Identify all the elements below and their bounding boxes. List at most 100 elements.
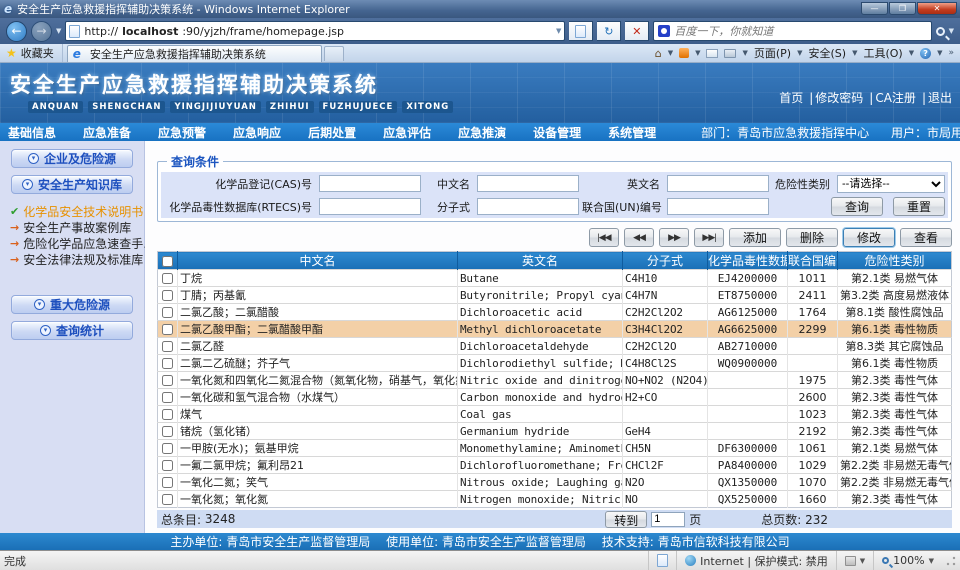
logout-link[interactable]: 退出 [928,91,952,105]
row-checkbox[interactable] [162,341,173,352]
home-icon[interactable]: ⌂ [655,47,662,60]
col-formula[interactable]: 分子式 [623,252,708,270]
nav-emergency-prepare[interactable]: 应急准备 [83,124,131,141]
col-rtecs[interactable]: 化学品毒性数据… [708,252,788,270]
table-row[interactable]: 煤气 Coal gas 1023 第2.3类 毒性气体 [158,406,952,423]
zoom-control[interactable]: 100% ▼ [873,551,942,570]
col-hazard[interactable]: 危险性类别 [838,252,952,270]
resize-grip[interactable] [946,556,956,566]
page-menu[interactable]: 页面(P) [754,45,791,61]
sidebar-group-major-hazard[interactable]: ▾重大危险源 [11,295,133,314]
sidebar-item-chemical-msds[interactable]: ✔化学品安全技术说明书 [10,203,144,219]
print-dropdown-icon[interactable]: ▼ [742,49,747,57]
row-checkbox[interactable] [162,443,173,454]
table-row[interactable]: 一氟二氯甲烷；氟利昂21 Dichlorofluoromethane; Freo… [158,457,952,474]
row-checkbox[interactable] [162,324,173,335]
table-row[interactable]: 锗烷（氢化锗） Germanium hydride GeH4 2192 第2.3… [158,423,952,440]
delete-button[interactable]: 删除 [786,228,838,247]
sidebar-group-enterprise[interactable]: ▾企业及危险源 [11,149,133,168]
select-all-checkbox[interactable] [162,256,173,267]
safety-menu[interactable]: 安全(S) [808,45,846,61]
table-row[interactable]: 丁烷 Butane C4H10 EJ4200000 1011 第2.1类 易燃气… [158,270,952,287]
table-row[interactable]: 丁腈；丙基氰 Butyronitrile; Propyl cyanide C4H… [158,287,952,304]
mail-icon[interactable] [706,49,718,58]
sidebar-item-accident-cases[interactable]: →安全生产事故案例库 [10,219,144,235]
browser-tab[interactable]: e 安全生产应急救援指挥辅助决策系统 [67,45,322,62]
nav-emergency-warning[interactable]: 应急预警 [158,124,206,141]
minimize-button[interactable]: — [861,2,888,15]
row-checkbox[interactable] [162,477,173,488]
nav-post-disposal[interactable]: 后期处置 [308,124,356,141]
row-checkbox[interactable] [162,307,173,318]
table-row[interactable]: 一甲胺(无水)；氨基甲烷 Monomethylamine; Aminometha… [158,440,952,457]
table-row[interactable]: 二氯乙酸；二氯醋酸 Dichloroacetic acid C2H2Cl2O2 … [158,304,952,321]
search-input[interactable] [674,25,926,38]
rss-icon[interactable] [679,48,689,58]
maximize-button[interactable]: ❐ [889,2,916,15]
stop-button[interactable]: ✕ [625,21,649,41]
sidebar-item-quick-reference[interactable]: →危险化学品应急速查手… [10,235,144,251]
change-password-link[interactable]: 修改密码 [815,91,863,105]
en-name-input[interactable] [667,175,769,192]
rss-dropdown-icon[interactable]: ▼ [695,49,700,57]
table-row[interactable]: 二氯乙酸甲酯；二氯醋酸甲酯 Methyl dichloroacetate C3H… [158,321,952,338]
home-link[interactable]: 首页 [779,91,803,105]
prev-page-button[interactable]: ◀◀ [624,228,654,247]
protected-mode-button[interactable]: ▼ [836,551,873,570]
table-row[interactable]: 一氧化碳和氢气混合物（水煤气） Carbon monoxide and hydr… [158,389,952,406]
modify-button[interactable]: 修改 [843,228,895,247]
forward-button[interactable]: → [31,21,52,42]
sidebar-group-query-stats[interactable]: ▾查询统计 [11,321,133,340]
search-dropdown-icon[interactable]: ▼ [949,27,954,35]
url-dropdown-icon[interactable]: ▼ [556,27,561,35]
table-row[interactable]: 一氧化氮和四氧化二氮混合物（氮氧化物，硝基气，氧化氮气体） Nitric oxi… [158,372,952,389]
sidebar-group-knowledge[interactable]: ▾安全生产知识库 [11,175,133,194]
home-dropdown-icon[interactable]: ▼ [668,49,673,57]
search-box[interactable] [653,21,931,41]
more-commands-chevron-icon[interactable]: » [948,48,954,58]
new-tab-button[interactable] [324,46,344,61]
table-row[interactable]: 一氧化二氮；笑气 Nitrous oxide; Laughing gas N2O… [158,474,952,491]
help-icon[interactable]: ? [920,48,931,59]
table-row[interactable]: 一氧化氮；氧化氮 Nitrogen monoxide; Nitric oxide… [158,491,952,508]
col-un[interactable]: 联合国编号 [788,252,838,270]
nav-equipment-mgmt[interactable]: 设备管理 [533,124,581,141]
first-page-button[interactable]: |◀◀ [589,228,619,247]
next-page-button[interactable]: ▶▶ [659,228,689,247]
row-checkbox[interactable] [162,358,173,369]
page-number-input[interactable] [651,512,685,527]
back-button[interactable]: ← [6,21,27,42]
row-checkbox[interactable] [162,273,173,284]
last-page-button[interactable]: ▶▶| [694,228,724,247]
row-checkbox[interactable] [162,392,173,403]
favorites-button[interactable]: ★ 收藏夹 [0,44,63,62]
col-cn-name[interactable]: 中文名 [178,252,458,270]
hazard-select[interactable]: --请选择-- [837,175,945,193]
row-checkbox[interactable] [162,460,173,471]
close-button[interactable]: ✕ [917,2,957,15]
add-button[interactable]: 添加 [729,228,781,247]
compatibility-view-button[interactable] [569,21,593,41]
search-magnifier-icon[interactable] [936,27,945,36]
formula-input[interactable] [477,198,579,215]
nav-emergency-evaluate[interactable]: 应急评估 [383,124,431,141]
rtecs-input[interactable] [319,198,421,215]
nav-basic-info[interactable]: 基础信息 [8,124,56,141]
table-row[interactable]: 二氯乙醛 Dichloroacetaldehyde C2H2Cl2O AB271… [158,338,952,355]
un-input[interactable] [667,198,769,215]
search-button[interactable]: 查询 [831,197,883,216]
print-icon[interactable] [724,49,736,58]
view-button[interactable]: 查看 [900,228,952,247]
cas-input[interactable] [319,175,421,192]
nav-emergency-drill[interactable]: 应急推演 [458,124,506,141]
row-checkbox[interactable] [162,426,173,437]
url-field[interactable]: http://localhost:90/yjzh/frame/homepage.… [65,21,565,41]
nav-system-mgmt[interactable]: 系统管理 [608,124,656,141]
row-checkbox[interactable] [162,290,173,301]
reset-button[interactable]: 重置 [893,197,945,216]
nav-emergency-response[interactable]: 应急响应 [233,124,281,141]
row-checkbox[interactable] [162,375,173,386]
history-dropdown-icon[interactable]: ▼ [56,27,61,35]
row-checkbox[interactable] [162,494,173,505]
row-checkbox[interactable] [162,409,173,420]
